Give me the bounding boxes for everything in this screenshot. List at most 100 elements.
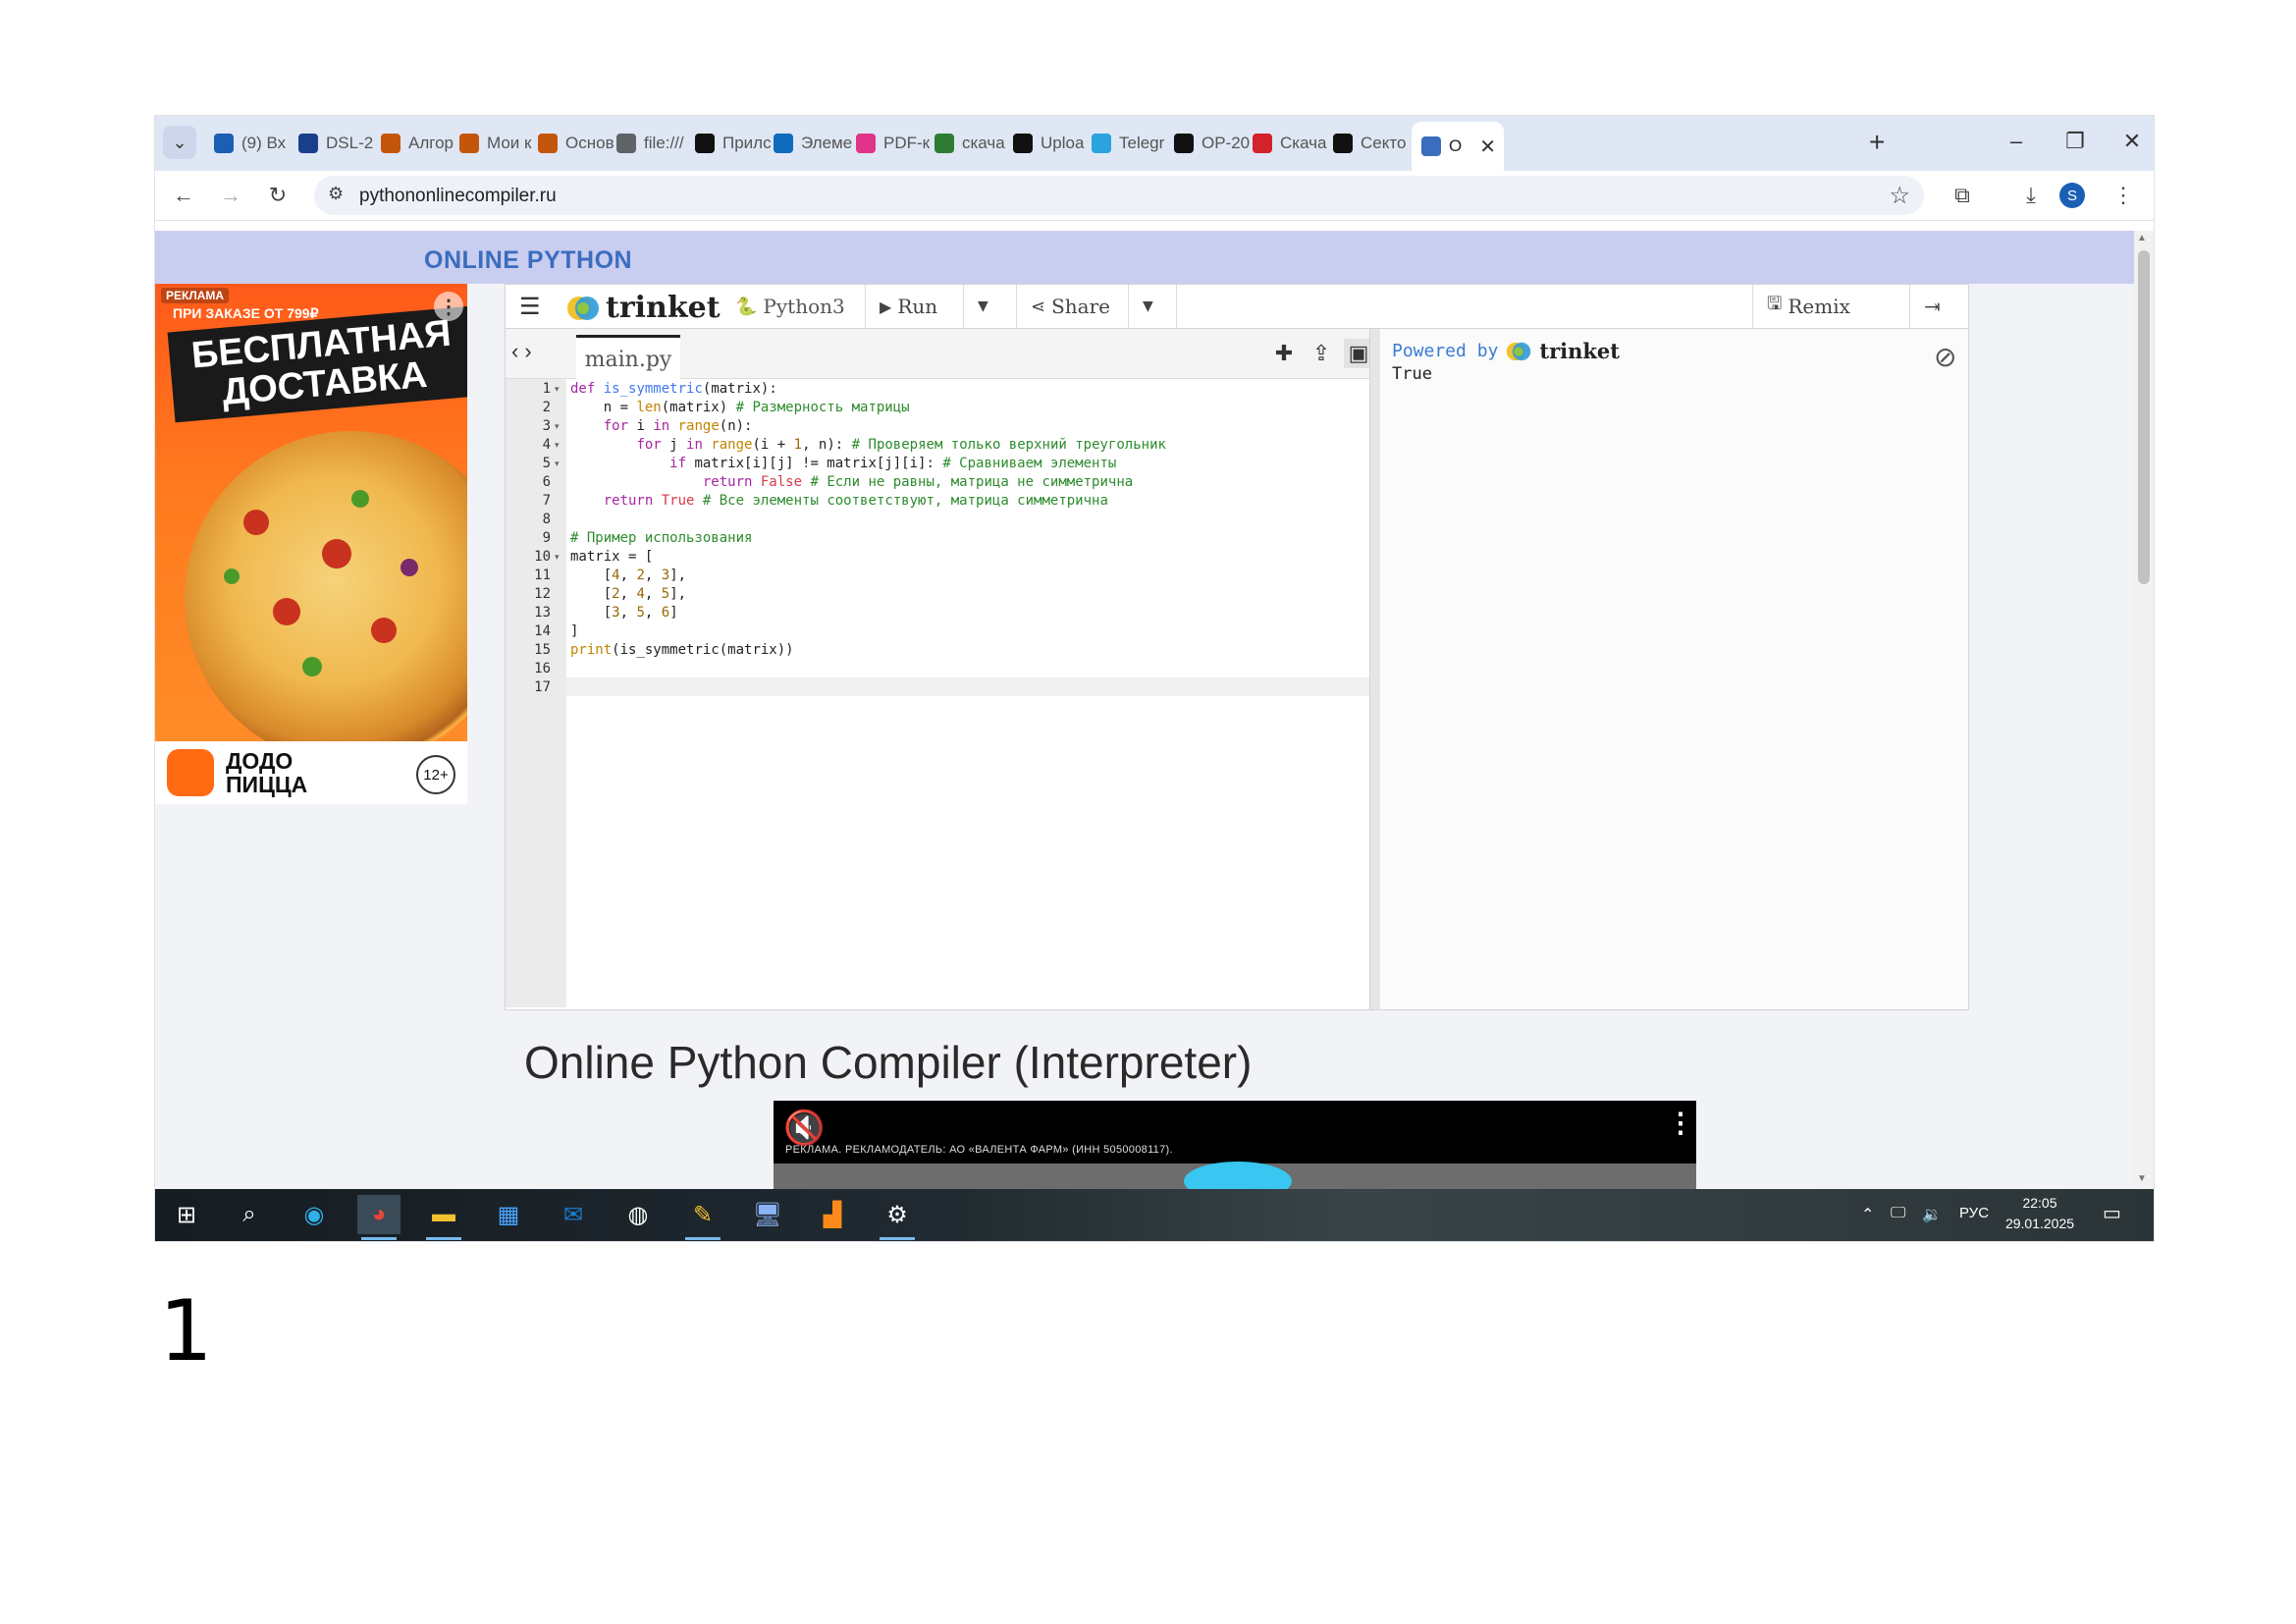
site-info-icon[interactable]: ⚙: [328, 184, 344, 204]
code-line[interactable]: [566, 678, 1373, 697]
tab-search-button[interactable]: ⌄: [163, 126, 196, 159]
browser-tab[interactable]: О ✕: [1412, 122, 1504, 171]
tray-chevron-icon[interactable]: ⌃: [1861, 1205, 1874, 1224]
close-window-button[interactable]: ✕: [2112, 124, 2152, 159]
code-line[interactable]: return True # Все элементы соответствуют…: [566, 492, 1373, 511]
line-number: 5: [542, 456, 551, 471]
scroll-down-icon[interactable]: ▼: [2137, 1173, 2147, 1184]
back-icon[interactable]: ←: [169, 181, 198, 210]
network-icon[interactable]: 🖵: [1891, 1205, 1905, 1222]
search-icon[interactable]: ⌕: [228, 1195, 271, 1234]
tab-title: О: [1449, 136, 1463, 155]
language-selector[interactable]: 🐍 Python3: [735, 285, 845, 328]
outlook-icon[interactable]: ✉: [552, 1195, 595, 1234]
github-desktop-icon[interactable]: ◍: [616, 1195, 660, 1234]
fold-toggle-icon[interactable]: ▾: [555, 380, 560, 399]
code-line[interactable]: return False # Если не равны, матрица не…: [566, 473, 1373, 492]
system-clock[interactable]: 22:05 29.01.2025: [2001, 1193, 2079, 1234]
ad-options-icon[interactable]: ⋮: [434, 292, 463, 321]
url-text[interactable]: pythononlinecompiler.ru: [359, 186, 557, 207]
file-tab-main[interactable]: main.py: [576, 335, 680, 381]
code-line[interactable]: [4, 2, 3],: [566, 567, 1373, 585]
address-bar[interactable]: ⚙ pythononlinecompiler.ru ☆: [314, 176, 1924, 215]
stop-icon[interactable]: ⊘: [1934, 341, 1956, 373]
restore-button[interactable]: ❐: [2056, 124, 2095, 159]
page-scrollbar[interactable]: ▲ ▼: [2134, 231, 2154, 1189]
new-tab-button[interactable]: +: [1869, 128, 1885, 157]
fold-toggle-icon[interactable]: ▾: [555, 436, 560, 455]
code-line[interactable]: def is_symmetric(matrix):: [566, 380, 1373, 399]
code-line[interactable]: n = len(matrix) # Размерность матрицы: [566, 399, 1373, 417]
remix-button[interactable]: 🖫 Remix: [1752, 285, 1864, 328]
code-line[interactable]: for i in range(n):: [566, 417, 1373, 436]
scroll-up-icon[interactable]: ▲: [2137, 233, 2147, 244]
tab-title: Мои к: [487, 134, 532, 152]
remote-desktop-icon[interactable]: 🖥: [746, 1195, 789, 1234]
profile-avatar[interactable]: S: [2059, 183, 2085, 208]
code-line[interactable]: ]: [566, 623, 1373, 641]
draw-app-icon[interactable]: ▟: [811, 1195, 854, 1234]
share-options-dropdown[interactable]: ▼: [1128, 285, 1177, 328]
pepperoni: [371, 618, 397, 643]
windows-start-icon[interactable]: ⊞: [165, 1195, 208, 1234]
code-editor[interactable]: def is_symmetric(matrix): n = len(matrix…: [566, 379, 1369, 1007]
settings-icon[interactable]: ⚙: [876, 1195, 919, 1240]
scroll-thumb[interactable]: [2138, 250, 2150, 584]
run-label: Run: [897, 295, 938, 318]
volume-icon[interactable]: 🔉: [1922, 1205, 1942, 1224]
bookmark-star-icon[interactable]: ☆: [1889, 182, 1910, 210]
ad-brand-row[interactable]: ДОДО ПИЦЦА 12+: [155, 741, 467, 804]
github-icon: [1174, 134, 1194, 153]
muted-speaker-icon[interactable]: 🔇: [783, 1109, 825, 1148]
forward-icon[interactable]: →: [216, 181, 245, 210]
code-line[interactable]: for j in range(i + 1, n): # Проверяем то…: [566, 436, 1373, 455]
add-file-icon[interactable]: ✚: [1269, 339, 1299, 368]
ad-brand-name: ДОДО ПИЦЦА: [226, 749, 307, 796]
share-button[interactable]: ⋖ Share: [1016, 285, 1124, 328]
pepper: [351, 490, 369, 508]
hamburger-menu-icon[interactable]: ☰: [519, 293, 541, 321]
code-line[interactable]: [3, 5, 6]: [566, 604, 1373, 623]
line-number: 10: [534, 549, 551, 565]
trinket-logo[interactable]: trinket: [566, 291, 721, 325]
fold-toggle-icon[interactable]: ▾: [555, 455, 560, 473]
fold-toggle-icon[interactable]: ▾: [555, 417, 560, 436]
file-explorer-icon[interactable]: ▬: [422, 1195, 465, 1240]
video-ad[interactable]: 🔇 РЕКЛАМА. РЕКЛАМОДАТЕЛЬ: АО «ВАЛЕНТА ФА…: [774, 1101, 1696, 1189]
file-nav-arrows-icon[interactable]: ‹›: [511, 339, 538, 364]
reload-icon[interactable]: ↻: [263, 181, 293, 210]
login-button[interactable]: ⇥: [1909, 285, 1954, 328]
pepperoni: [322, 539, 351, 568]
store-icon[interactable]: ▦: [487, 1195, 530, 1234]
input-language[interactable]: РУС: [1959, 1205, 1989, 1221]
tab-strip: ⌄ (9) Вх DSL-2 Алгор Мои к Основ file:///Прил…: [155, 116, 2154, 171]
minimize-button[interactable]: –: [1997, 124, 2036, 159]
notifications-icon[interactable]: ▭: [2103, 1201, 2121, 1225]
code-line[interactable]: print(is_symmetric(matrix)): [566, 641, 1373, 660]
browser-menu-icon[interactable]: ⋮: [2109, 181, 2138, 210]
output-pane: Powered by trinket True ⊘: [1380, 329, 1968, 1009]
powered-by[interactable]: Powered by trinket: [1392, 339, 1620, 363]
pepperoni: [273, 598, 300, 625]
code-line[interactable]: [566, 660, 1373, 678]
pizza-ad[interactable]: РЕКЛАМА ПРИ ЗАКАЗЕ ОТ 799₽ БЕСПЛАТНАЯ ДО…: [155, 284, 467, 804]
code-line[interactable]: # Пример использования: [566, 529, 1373, 548]
code-line[interactable]: [566, 511, 1373, 529]
mooc-icon: [459, 134, 479, 153]
code-line[interactable]: if matrix[i][j] != matrix[j][i]: # Сравн…: [566, 455, 1373, 473]
close-tab-icon[interactable]: ✕: [1479, 135, 1496, 159]
edge-icon[interactable]: ◉: [293, 1195, 336, 1234]
video-options-icon[interactable]: ⋮: [1667, 1107, 1694, 1139]
trinket-wordmark: trinket: [1539, 339, 1620, 363]
extensions-icon[interactable]: ⧉: [1948, 181, 1977, 210]
ad-image[interactable]: РЕКЛАМА ПРИ ЗАКАЗЕ ОТ 799₽ БЕСПЛАТНАЯ ДО…: [155, 284, 467, 741]
run-button[interactable]: ▶ Run: [865, 285, 951, 328]
fold-toggle-icon[interactable]: ▾: [555, 548, 560, 567]
upload-icon[interactable]: ⇪: [1307, 339, 1336, 368]
run-options-dropdown[interactable]: ▼: [963, 285, 1011, 328]
code-line[interactable]: [2, 4, 5],: [566, 585, 1373, 604]
python-idle-icon[interactable]: ✎: [681, 1195, 724, 1240]
chrome-icon[interactable]: ◕: [357, 1195, 400, 1240]
download-icon[interactable]: ⤓: [2016, 181, 2046, 210]
code-line[interactable]: matrix = [: [566, 548, 1373, 567]
